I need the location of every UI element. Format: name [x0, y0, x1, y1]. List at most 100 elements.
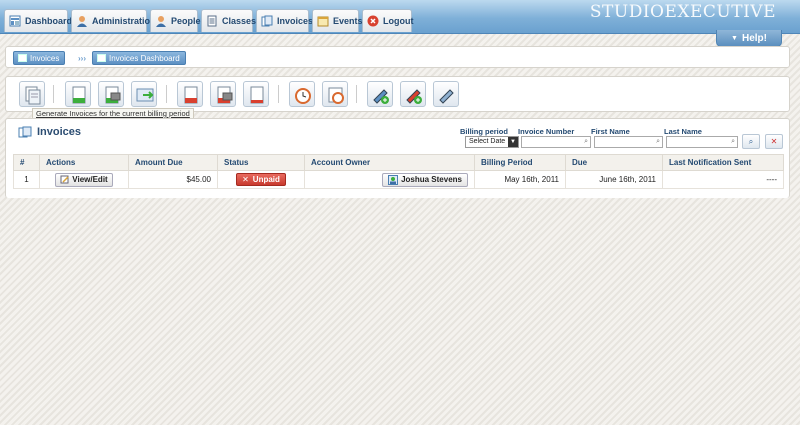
invoice-green-icon	[72, 86, 86, 104]
people-icon	[155, 15, 167, 27]
column-header-number: #	[13, 154, 40, 171]
invoice-number-input[interactable]: ⌕	[521, 136, 591, 148]
last-name-label: Last Name	[664, 127, 702, 136]
column-header-due[interactable]: Due	[565, 154, 663, 171]
edit-button[interactable]	[433, 81, 459, 107]
column-header-actions: Actions	[39, 154, 129, 171]
print-green-icon	[105, 86, 121, 104]
tab-invoices[interactable]: Invoices	[256, 9, 313, 32]
row-billing-period: May 16th, 2011	[474, 170, 566, 189]
add-charge-button[interactable]	[400, 81, 426, 107]
dropdown-arrow-icon: ▼	[508, 137, 518, 147]
column-header-status[interactable]: Status	[217, 154, 305, 171]
row-due-date: June 16th, 2011	[565, 170, 663, 189]
tab-people-label: People	[171, 16, 201, 26]
clear-filter-icon: ✕	[770, 137, 778, 146]
print-red-button[interactable]	[210, 81, 236, 107]
page-title: Invoices	[18, 126, 81, 138]
dashboard-icon	[97, 54, 106, 62]
invoice-green-button[interactable]	[65, 81, 91, 107]
tab-dashboard[interactable]: Dashboard	[4, 9, 72, 32]
breadcrumb-dashboard-label: Invoices Dashboard	[109, 53, 180, 63]
invoices-icon	[18, 126, 32, 138]
chevron-down-icon: ▼	[731, 34, 738, 42]
generate-invoices-icon	[25, 86, 41, 105]
calendar-clock-icon	[328, 87, 344, 104]
invoice-red-icon	[184, 86, 198, 104]
user-icon	[388, 174, 399, 185]
send-green-icon	[136, 88, 154, 102]
row-status-cell: ✕ Unpaid	[217, 170, 305, 189]
row-number: 1	[13, 170, 40, 189]
table-header-row: # Actions Amount Due Status Account Owne…	[13, 154, 784, 171]
scheduled-reminder-button[interactable]	[322, 81, 348, 107]
edit-pencil-icon	[439, 89, 454, 104]
account-owner-button[interactable]: Joshua Stevens	[382, 172, 468, 187]
edit-document-icon	[60, 175, 69, 184]
row-actions-cell: View/Edit	[39, 170, 129, 189]
column-header-billing-period[interactable]: Billing Period	[474, 154, 566, 171]
clear-filter-button[interactable]: ✕	[765, 134, 783, 149]
logout-icon	[367, 15, 379, 27]
print-green-button[interactable]	[98, 81, 124, 107]
tab-events-label: Events	[333, 16, 363, 26]
reminder-clock-button[interactable]	[289, 81, 315, 107]
billing-period-value: Select Date	[469, 138, 506, 145]
alarm-clock-icon	[295, 88, 311, 104]
search-icon: ⌕	[584, 138, 588, 145]
tab-people[interactable]: People	[150, 9, 201, 32]
invoices-table: # Actions Amount Due Status Account Owne…	[13, 154, 784, 189]
first-name-label: First Name	[591, 127, 630, 136]
billing-period-label: Billing period	[460, 127, 508, 136]
status-badge[interactable]: ✕ Unpaid	[236, 173, 286, 186]
first-name-input[interactable]: ⌕	[594, 136, 663, 148]
tab-administration[interactable]: Administration	[71, 9, 156, 32]
breadcrumb-invoices-label: Invoices	[30, 53, 60, 63]
help-button[interactable]: ▼ Help!	[716, 30, 782, 47]
breadcrumb-separator: ›››	[78, 54, 86, 63]
top-nav-bar: Dashboard Administration People Classes …	[0, 0, 800, 34]
tab-dashboard-label: Dashboard	[25, 16, 73, 26]
document-red-button[interactable]	[243, 81, 269, 107]
row-owner-cell: Joshua Stevens	[304, 170, 475, 189]
tab-classes[interactable]: Classes	[201, 9, 257, 32]
document-red-icon	[250, 86, 264, 104]
invoices-icon	[261, 15, 273, 27]
status-label: Unpaid	[252, 175, 280, 184]
invoice-red-button[interactable]	[177, 81, 203, 107]
invoice-number-label: Invoice Number	[518, 127, 575, 136]
tab-logout[interactable]: Logout	[362, 9, 414, 32]
tab-logout-label: Logout	[383, 16, 414, 26]
search-icon: ⌕	[731, 138, 735, 145]
add-pencil-icon	[373, 89, 389, 104]
page-title-label: Invoices	[37, 126, 82, 138]
view-edit-label: View/Edit	[72, 175, 108, 184]
help-label: Help!	[741, 32, 767, 44]
row-amount-due: $45.00	[128, 170, 218, 189]
tab-classes-label: Classes	[222, 16, 257, 26]
search-button[interactable]: ⌕	[742, 134, 760, 149]
column-header-last-notification[interactable]: Last Notification Sent	[662, 154, 784, 171]
breadcrumb-invoices-dashboard[interactable]: Invoices Dashboard	[92, 51, 186, 65]
generate-invoices-button[interactable]	[19, 81, 45, 107]
row-last-notification: ----	[662, 170, 784, 189]
dashboard-icon	[9, 15, 21, 27]
tab-events[interactable]: Events	[312, 9, 363, 32]
print-red-icon	[217, 86, 233, 104]
column-header-amount-due[interactable]: Amount Due	[128, 154, 218, 171]
toolbar-divider	[166, 85, 167, 103]
add-payment-button[interactable]	[367, 81, 393, 107]
last-name-input[interactable]: ⌕	[666, 136, 738, 148]
search-icon: ⌕	[748, 137, 754, 146]
classes-icon	[206, 15, 218, 27]
breadcrumb: Invoices ››› Invoices Dashboard	[5, 46, 790, 68]
invoices-icon	[18, 54, 27, 62]
send-green-button[interactable]	[131, 81, 157, 107]
column-header-account-owner[interactable]: Account Owner	[304, 154, 475, 171]
brand-logo: STUDIOEXECUTIVE	[589, 2, 776, 22]
admin-user-icon	[76, 15, 88, 27]
toolbar-divider	[278, 85, 279, 103]
breadcrumb-invoices[interactable]: Invoices	[13, 51, 66, 65]
view-edit-button[interactable]: View/Edit	[55, 172, 113, 187]
billing-period-select[interactable]: Select Date ▼	[465, 136, 519, 148]
